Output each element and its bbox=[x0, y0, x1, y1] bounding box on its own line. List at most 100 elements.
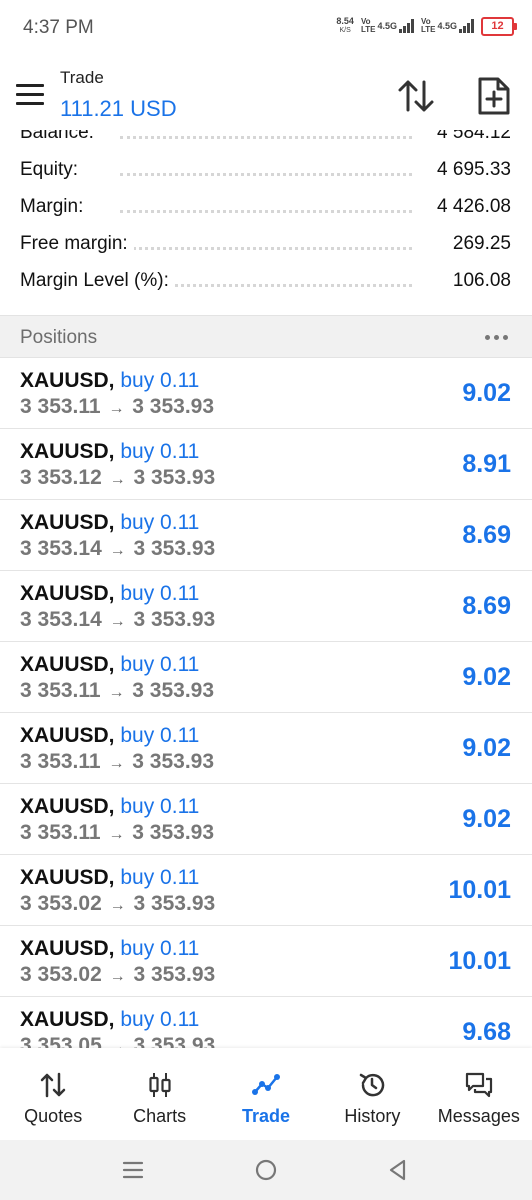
position-profit: 8.69 bbox=[462, 592, 511, 620]
position-profit: 10.01 bbox=[448, 947, 511, 975]
position-type: buy 0.11 bbox=[120, 866, 200, 889]
arrow-right-icon: → bbox=[109, 613, 126, 630]
bottom-nav: Quotes Charts Trade History Messages bbox=[0, 1048, 532, 1140]
position-type: buy 0.11 bbox=[120, 369, 200, 392]
nav-quotes[interactable]: Quotes bbox=[0, 1048, 106, 1140]
history-icon bbox=[360, 1073, 385, 1097]
quotes-icon bbox=[40, 1072, 66, 1098]
position-open-price: 3 353.02 bbox=[20, 963, 102, 986]
arrow-right-icon: → bbox=[108, 755, 125, 772]
summary-row-balance: Balance: 4 584.12 bbox=[0, 130, 532, 153]
summary-row-free-margin: Free margin: 269.25 bbox=[20, 233, 511, 255]
position-open-price: 3 353.14 bbox=[20, 608, 102, 631]
position-current-price: 3 353.93 bbox=[133, 1034, 216, 1048]
arrow-right-icon: → bbox=[108, 400, 125, 417]
sort-icon[interactable] bbox=[396, 76, 436, 116]
position-row[interactable]: XAUUSD, buy 0.11 3 353.02 → 3 353.93 10.… bbox=[0, 855, 532, 926]
position-current-price: 3 353.93 bbox=[132, 821, 215, 844]
home-icon[interactable] bbox=[252, 1156, 280, 1184]
messages-icon bbox=[465, 1072, 492, 1098]
position-profit: 8.69 bbox=[462, 521, 511, 549]
position-open-price: 3 353.14 bbox=[20, 537, 102, 560]
positions-title: Positions bbox=[20, 327, 98, 348]
position-symbol: XAUUSD, bbox=[20, 937, 115, 960]
position-current-price: 3 353.93 bbox=[133, 963, 216, 986]
position-profit: 9.68 bbox=[462, 1018, 511, 1046]
arrow-right-icon: → bbox=[109, 897, 126, 914]
position-open-price: 3 353.12 bbox=[20, 466, 102, 489]
network-speed: 8.54 K/S bbox=[336, 16, 354, 34]
position-row[interactable]: XAUUSD, buy 0.11 3 353.11 → 3 353.93 9.0… bbox=[0, 713, 532, 784]
status-icons: 8.54 K/S Vo LTE 4.5G Vo LTE 4.5G 12 bbox=[336, 16, 517, 36]
position-profit: 9.02 bbox=[462, 663, 511, 691]
position-symbol: XAUUSD, bbox=[20, 866, 115, 889]
account-summary: Balance: 4 584.12 Equity: 4 695.33 Margi… bbox=[0, 130, 532, 315]
sim2-signal-icon: Vo LTE 4.5G bbox=[421, 18, 474, 34]
position-type: buy 0.11 bbox=[120, 582, 200, 605]
status-time: 4:37 PM bbox=[23, 17, 94, 38]
position-symbol: XAUUSD, bbox=[20, 1008, 115, 1031]
position-type: buy 0.11 bbox=[120, 795, 200, 818]
position-row[interactable]: XAUUSD, buy 0.11 3 353.11 → 3 353.93 9.0… bbox=[0, 358, 532, 429]
arrow-right-icon: → bbox=[108, 826, 125, 843]
app-header: Trade 111.21 USD bbox=[0, 58, 532, 130]
position-symbol: XAUUSD, bbox=[20, 440, 115, 463]
position-current-price: 3 353.93 bbox=[133, 608, 216, 631]
position-open-price: 3 353.11 bbox=[20, 395, 101, 418]
nav-messages[interactable]: Messages bbox=[426, 1048, 532, 1140]
nav-history[interactable]: History bbox=[319, 1048, 425, 1140]
position-profit: 9.02 bbox=[462, 805, 511, 833]
position-type: buy 0.11 bbox=[120, 724, 200, 747]
position-type: buy 0.11 bbox=[120, 653, 200, 676]
status-bar: 4:37 PM 8.54 K/S Vo LTE 4.5G Vo LTE 4.5G… bbox=[0, 0, 532, 58]
back-icon[interactable] bbox=[384, 1156, 412, 1184]
position-symbol: XAUUSD, bbox=[20, 511, 115, 534]
arrow-right-icon: → bbox=[109, 968, 126, 985]
position-current-price: 3 353.93 bbox=[132, 395, 215, 418]
position-current-price: 3 353.93 bbox=[133, 466, 216, 489]
arrow-right-icon: → bbox=[108, 684, 125, 701]
position-row[interactable]: XAUUSD, buy 0.11 3 353.12 → 3 353.93 8.9… bbox=[0, 429, 532, 500]
position-profit: 8.91 bbox=[462, 450, 511, 478]
battery-icon: 12 bbox=[481, 16, 517, 36]
position-open-price: 3 353.11 bbox=[20, 679, 101, 702]
nav-charts[interactable]: Charts bbox=[106, 1048, 212, 1140]
new-order-icon[interactable] bbox=[476, 76, 512, 116]
position-open-price: 3 353.05 bbox=[20, 1034, 102, 1048]
summary-row-margin: Margin: 4 426.08 bbox=[20, 196, 511, 218]
position-row[interactable]: XAUUSD, buy 0.11 3 353.02 → 3 353.93 10.… bbox=[0, 926, 532, 997]
account-profit: 111.21 USD bbox=[60, 96, 177, 121]
position-profit: 9.02 bbox=[462, 379, 511, 407]
page-title: Trade bbox=[60, 68, 104, 87]
position-current-price: 3 353.93 bbox=[133, 537, 216, 560]
position-row[interactable]: XAUUSD, buy 0.11 3 353.14 → 3 353.93 8.6… bbox=[0, 571, 532, 642]
trade-icon bbox=[252, 1074, 281, 1095]
position-current-price: 3 353.93 bbox=[132, 679, 215, 702]
position-row[interactable]: XAUUSD, buy 0.11 3 353.14 → 3 353.93 8.6… bbox=[0, 500, 532, 571]
charts-icon bbox=[149, 1073, 171, 1097]
position-row[interactable]: XAUUSD, buy 0.11 3 353.11 → 3 353.93 9.0… bbox=[0, 642, 532, 713]
position-profit: 9.02 bbox=[462, 734, 511, 762]
nav-trade[interactable]: Trade bbox=[213, 1048, 319, 1140]
position-row[interactable]: XAUUSD, buy 0.11 3 353.05 → 3 353.93 9.6… bbox=[0, 997, 532, 1048]
position-type: buy 0.11 bbox=[120, 440, 200, 463]
system-nav-bar bbox=[0, 1140, 532, 1200]
arrow-right-icon: → bbox=[109, 542, 126, 559]
position-type: buy 0.11 bbox=[120, 511, 200, 534]
arrow-right-icon: → bbox=[109, 471, 126, 488]
more-options-icon[interactable] bbox=[485, 335, 508, 340]
position-symbol: XAUUSD, bbox=[20, 653, 115, 676]
position-open-price: 3 353.11 bbox=[20, 821, 101, 844]
position-current-price: 3 353.93 bbox=[132, 750, 215, 773]
position-symbol: XAUUSD, bbox=[20, 582, 115, 605]
position-symbol: XAUUSD, bbox=[20, 795, 115, 818]
position-symbol: XAUUSD, bbox=[20, 724, 115, 747]
arrow-right-icon: → bbox=[109, 1039, 126, 1048]
position-open-price: 3 353.11 bbox=[20, 750, 101, 773]
positions-list[interactable]: XAUUSD, buy 0.11 3 353.11 → 3 353.93 9.0… bbox=[0, 358, 532, 1048]
position-current-price: 3 353.93 bbox=[133, 892, 216, 915]
menu-icon[interactable] bbox=[16, 84, 44, 106]
summary-row-equity: Equity: 4 695.33 bbox=[20, 159, 511, 181]
recent-apps-icon[interactable] bbox=[119, 1156, 147, 1184]
position-row[interactable]: XAUUSD, buy 0.11 3 353.11 → 3 353.93 9.0… bbox=[0, 784, 532, 855]
